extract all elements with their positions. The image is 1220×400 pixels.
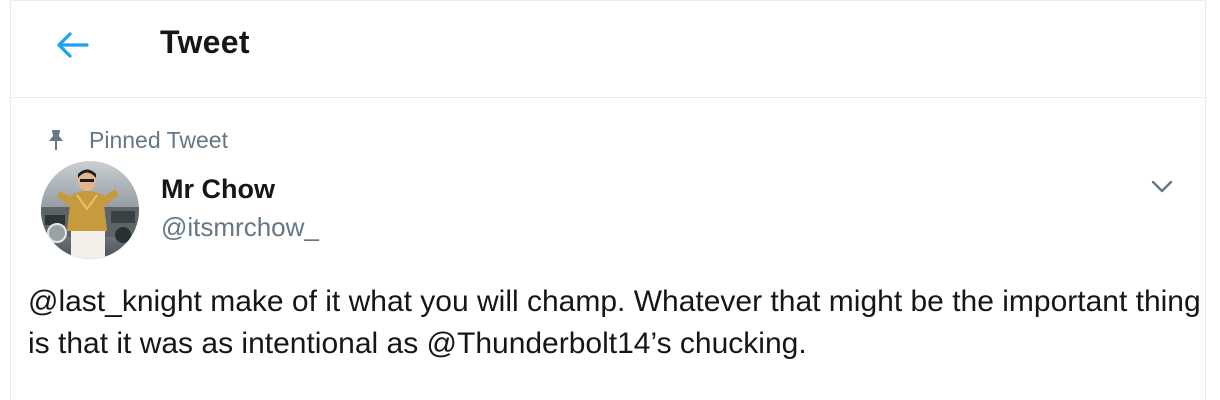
back-button[interactable] [51,25,95,65]
author-handle[interactable]: @itsmrchow_ [161,212,319,243]
page-header: Tweet [11,1,1205,98]
pinned-tweet-indicator: Pinned Tweet [45,126,228,154]
tweet-page: Tweet Pinned Tweet Mr Chow @itsmrchow_ @… [10,0,1206,400]
avatar[interactable] [41,161,139,259]
arrow-left-icon [57,32,89,58]
author-name[interactable]: Mr Chow [161,174,275,205]
tweet-options-button[interactable] [1147,172,1177,202]
pin-icon [45,128,67,152]
pinned-tweet-label: Pinned Tweet [89,126,228,153]
page-title: Tweet [160,24,250,60]
chevron-down-icon [1151,180,1173,193]
tweet-text: @last_knight make of it what you will ch… [28,285,1201,360]
